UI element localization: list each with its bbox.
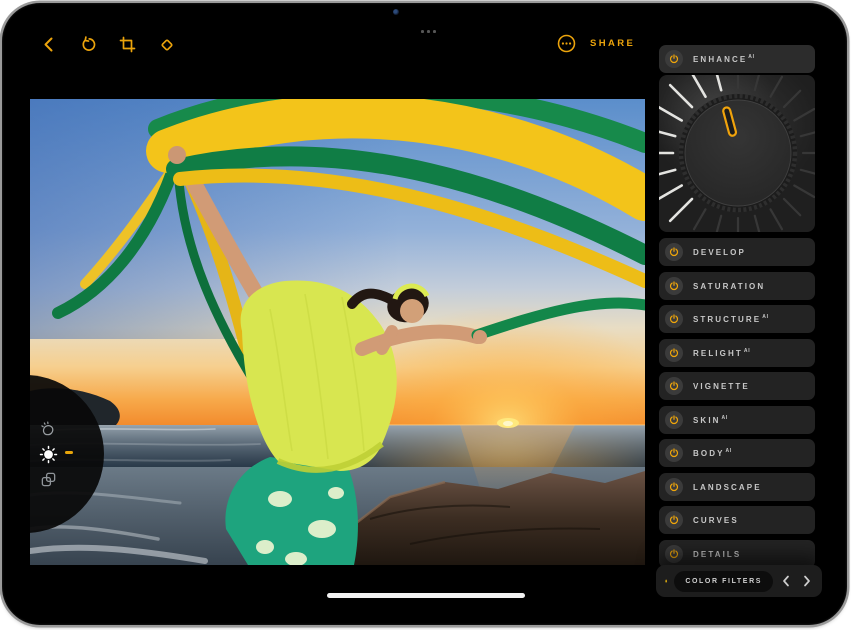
panel-power-toggle[interactable]: [665, 444, 683, 462]
panel-label: DEVELOP: [693, 247, 747, 257]
repair-diamond-icon: [158, 36, 176, 54]
panel-power-toggle[interactable]: [665, 411, 683, 429]
chevron-right-icon: [802, 575, 812, 587]
wheel-selection-tick: [65, 451, 73, 454]
panel-label: LANDSCAPE: [693, 482, 763, 492]
back-chevron-icon: [41, 36, 58, 53]
panel-power-toggle[interactable]: [665, 310, 683, 328]
film-canister-icon: [665, 573, 667, 589]
panel-power-toggle[interactable]: [665, 377, 683, 395]
panel-power-toggle[interactable]: [665, 545, 683, 563]
panel-label: SKINAI: [693, 415, 728, 425]
next-filter-button[interactable]: [801, 574, 813, 588]
adjustment-panel-list: DEVELOP SATURATION STRUCTURE: [659, 238, 815, 568]
crop-button[interactable]: [118, 35, 137, 54]
adjustment-panel-row[interactable]: RELIGHTAI: [659, 339, 815, 367]
power-icon: [669, 381, 679, 391]
back-button[interactable]: [40, 35, 59, 54]
adjustment-panel-row[interactable]: DETAILS: [659, 540, 815, 568]
toolbar-left: [40, 35, 176, 54]
adjustment-panel-row[interactable]: VIGNETTE: [659, 372, 815, 400]
color-filters-bar: COLOR FILTERS: [656, 565, 822, 597]
panel-power-toggle[interactable]: [665, 478, 683, 496]
panel-power-toggle[interactable]: [665, 511, 683, 529]
home-indicator[interactable]: [327, 593, 525, 598]
power-icon: [669, 448, 679, 458]
undo-icon: [80, 36, 97, 53]
color-filters-icon: [40, 471, 57, 488]
repair-button[interactable]: [157, 35, 176, 54]
multitasking-dots-indicator[interactable]: [421, 30, 436, 33]
power-icon: [669, 482, 679, 492]
crop-icon: [119, 36, 136, 53]
adjustment-panel-row[interactable]: STRUCTUREAI: [659, 305, 815, 333]
panel-power-toggle[interactable]: [665, 277, 683, 295]
more-options-button[interactable]: [556, 33, 577, 54]
panel-label: STRUCTUREAI: [693, 314, 769, 324]
toolbar-right: SHARE: [556, 33, 635, 54]
panel-label: CURVES: [693, 515, 740, 525]
white-balance-tool[interactable]: [38, 419, 58, 439]
adjustment-panel-row[interactable]: BODYAI: [659, 439, 815, 467]
enhance-label: ENHANCEAI: [693, 54, 755, 64]
power-icon: [669, 247, 679, 257]
undo-button[interactable]: [79, 35, 98, 54]
panel-power-toggle[interactable]: [665, 243, 683, 261]
chevron-left-icon: [781, 575, 791, 587]
power-icon: [669, 515, 679, 525]
power-icon: [669, 415, 679, 425]
enhance-knob-panel: [659, 75, 815, 232]
power-icon: [669, 549, 679, 559]
photo-canvas[interactable]: [30, 99, 645, 565]
adjustment-panel-row[interactable]: DEVELOP: [659, 238, 815, 266]
white-balance-icon: [40, 421, 57, 438]
power-icon: [669, 54, 679, 64]
previous-filter-button[interactable]: [780, 574, 792, 588]
filters-tool[interactable]: [38, 469, 58, 489]
enhance-knob[interactable]: [659, 75, 815, 232]
adjustment-panel-row[interactable]: SKINAI: [659, 406, 815, 434]
panel-power-toggle[interactable]: [665, 344, 683, 362]
ellipsis-circle-icon: [556, 33, 577, 54]
sun-brightness-icon: [39, 445, 58, 464]
brightness-tool-active[interactable]: [38, 444, 58, 464]
power-icon: [669, 348, 679, 358]
color-filters-button[interactable]: COLOR FILTERS: [674, 571, 773, 592]
adjustment-panel-row[interactable]: CURVES: [659, 506, 815, 534]
panel-label: DETAILS: [693, 549, 742, 559]
front-camera: [393, 9, 399, 15]
photo-image: [30, 99, 645, 565]
power-icon: [669, 281, 679, 291]
power-icon: [669, 314, 679, 324]
enhance-power-toggle[interactable]: [665, 50, 683, 68]
panel-label: RELIGHTAI: [693, 348, 750, 358]
panel-label: SATURATION: [693, 281, 766, 291]
adjustment-panel-row[interactable]: SATURATION: [659, 272, 815, 300]
share-button[interactable]: SHARE: [590, 38, 635, 49]
panel-label: VIGNETTE: [693, 381, 751, 391]
adjustment-panel-row[interactable]: LANDSCAPE: [659, 473, 815, 501]
panel-label: BODYAI: [693, 448, 732, 458]
enhance-panel-header[interactable]: ENHANCEAI: [659, 45, 815, 73]
